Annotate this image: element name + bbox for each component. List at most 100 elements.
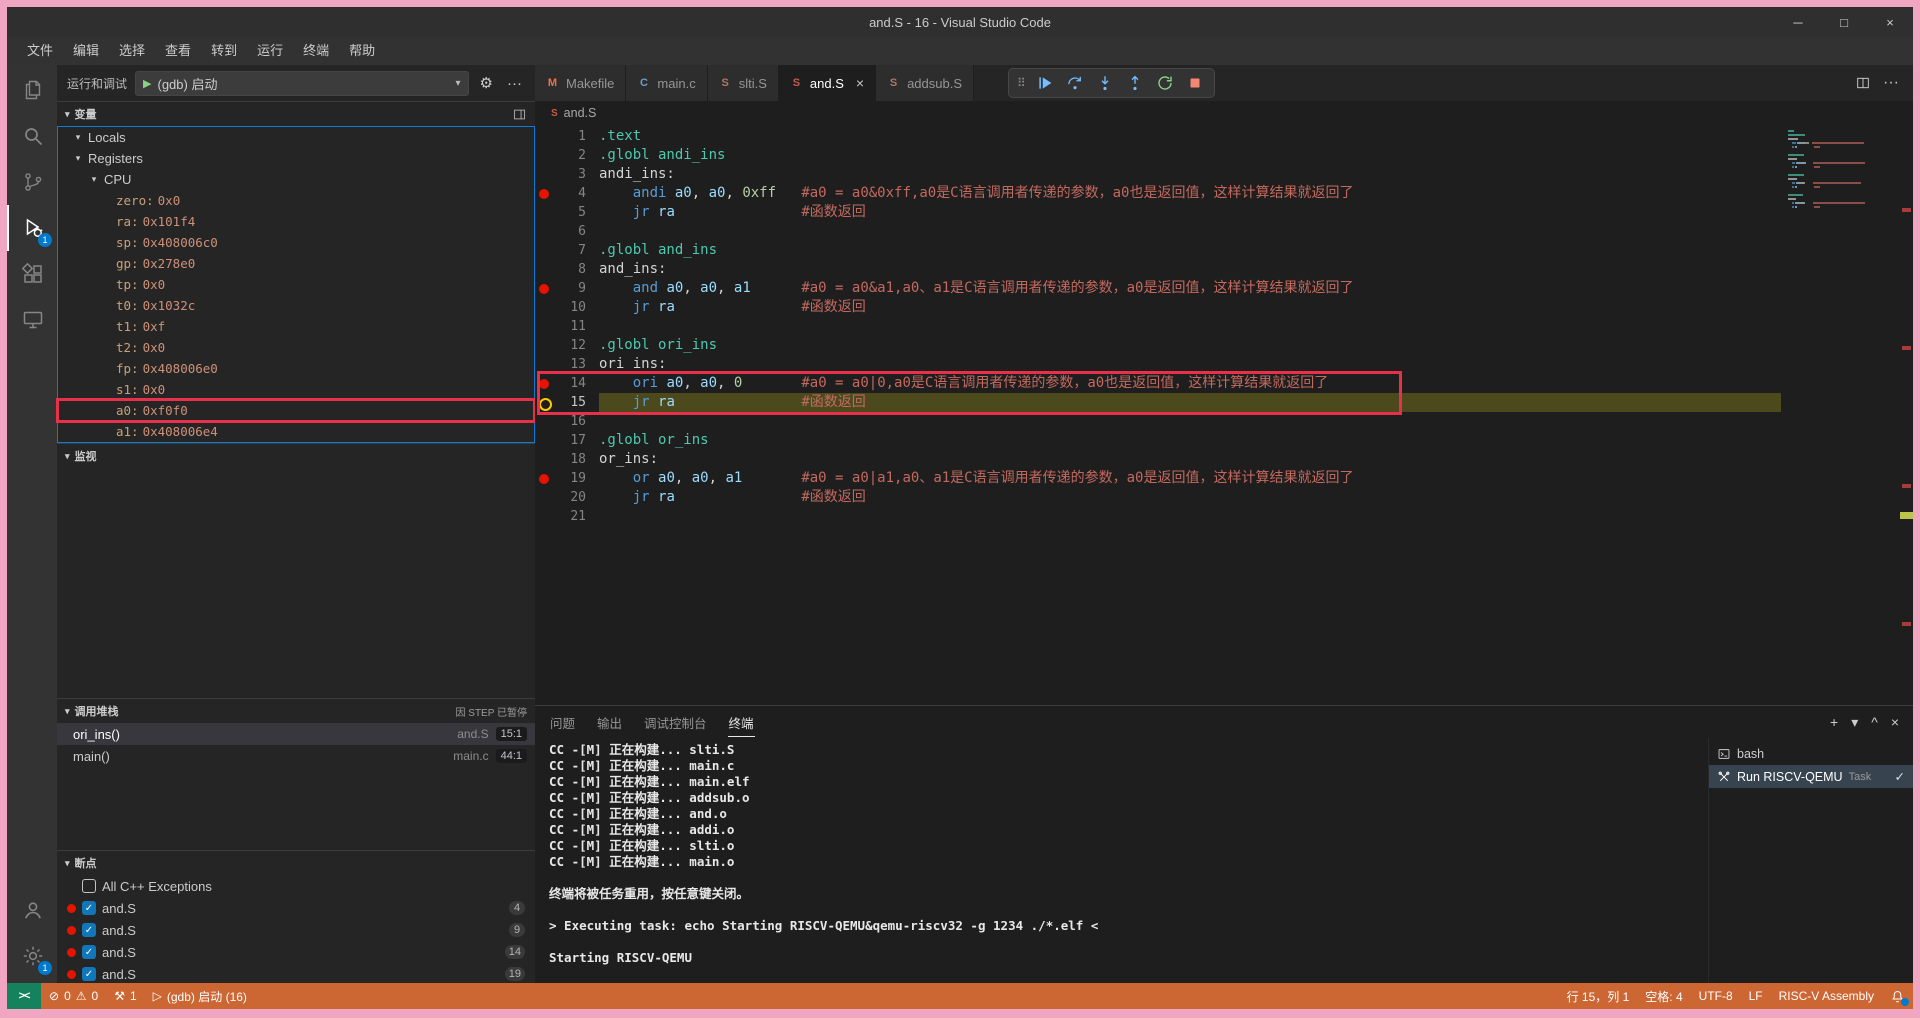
register-a1[interactable]: a1: 0x408006e4 bbox=[58, 421, 534, 442]
menu-item-运行[interactable]: 运行 bbox=[247, 40, 293, 62]
close-icon[interactable]: × bbox=[856, 75, 864, 91]
more-actions-icon[interactable]: ··· bbox=[504, 75, 525, 92]
activity-account[interactable] bbox=[7, 887, 57, 933]
checkbox-icon[interactable]: ✓ bbox=[82, 923, 96, 937]
chevron-down-icon[interactable]: ▾ bbox=[456, 78, 461, 89]
gutter-mark[interactable] bbox=[535, 165, 552, 184]
breakpoint-item[interactable]: ✓and.S4 bbox=[57, 897, 535, 919]
gutter-mark[interactable] bbox=[535, 127, 552, 146]
gutter-mark[interactable] bbox=[535, 488, 552, 507]
breakpoint-icon[interactable] bbox=[535, 279, 552, 298]
register-zero[interactable]: zero: 0x0 bbox=[58, 190, 534, 211]
menu-item-查看[interactable]: 查看 bbox=[155, 40, 201, 62]
terminal-item[interactable]: bash bbox=[1709, 742, 1913, 765]
step-out-button[interactable] bbox=[1121, 70, 1149, 96]
code-line[interactable]: 19 or a0, a0, a1 #a0 = a0|a1,a0、a1是C语言调用… bbox=[535, 469, 1781, 488]
code-line[interactable]: 21 bbox=[535, 507, 1781, 526]
code-line[interactable]: 3andi_ins: bbox=[535, 165, 1781, 184]
register-t0[interactable]: t0: 0x1032c bbox=[58, 295, 534, 316]
breakpoint-item[interactable]: ✓and.S19 bbox=[57, 963, 535, 985]
language-mode[interactable]: RISC-V Assembly bbox=[1771, 983, 1882, 1009]
gutter-mark[interactable] bbox=[535, 241, 552, 260]
activity-settings[interactable]: 1 bbox=[7, 933, 57, 979]
start-debug-icon[interactable]: ▶ bbox=[143, 77, 151, 90]
encoding-status[interactable]: UTF-8 bbox=[1691, 983, 1741, 1009]
checkbox-icon[interactable] bbox=[82, 879, 96, 893]
callstack-pane-header[interactable]: ▾ 调用堆栈 因 STEP 已暂停 bbox=[57, 699, 535, 723]
step-into-button[interactable] bbox=[1091, 70, 1119, 96]
gutter-mark[interactable] bbox=[535, 146, 552, 165]
notifications-bell[interactable] bbox=[1882, 983, 1913, 1009]
breakpoint-icon[interactable] bbox=[535, 469, 552, 488]
terminal-dropdown-icon[interactable]: ▾ bbox=[1851, 714, 1858, 731]
activity-explorer[interactable] bbox=[7, 67, 57, 113]
checkbox-icon[interactable]: ✓ bbox=[82, 967, 96, 981]
code-line[interactable]: 4 andi a0, a0, 0xff #a0 = a0&0xff,a0是C语言… bbox=[535, 184, 1781, 203]
menu-item-转到[interactable]: 转到 bbox=[201, 40, 247, 62]
code-line[interactable]: 11 bbox=[535, 317, 1781, 336]
code-line[interactable]: 2.globl andi_ins bbox=[535, 146, 1781, 165]
tree-item-registers[interactable]: ▾Registers bbox=[58, 148, 534, 169]
gutter-mark[interactable] bbox=[535, 355, 552, 374]
register-s1[interactable]: s1: 0x0 bbox=[58, 379, 534, 400]
register-sp[interactable]: sp: 0x408006c0 bbox=[58, 232, 534, 253]
gutter-mark[interactable] bbox=[535, 336, 552, 355]
gutter-mark[interactable] bbox=[535, 222, 552, 241]
minimize-button[interactable]: ─ bbox=[1775, 7, 1821, 37]
debug-session-status[interactable]: ▷(gdb) 启动 (16) bbox=[145, 983, 255, 1009]
register-gp[interactable]: gp: 0x278e0 bbox=[58, 253, 534, 274]
continue-button[interactable] bbox=[1031, 70, 1059, 96]
breadcrumb[interactable]: S and.S bbox=[535, 101, 1913, 125]
close-panel-icon[interactable]: × bbox=[1891, 714, 1899, 730]
activity-run-debug[interactable]: 1 bbox=[7, 205, 57, 251]
code-line[interactable]: 20 jr ra #函数返回 bbox=[535, 488, 1781, 507]
gutter-mark[interactable] bbox=[535, 431, 552, 450]
activity-source-control[interactable] bbox=[7, 159, 57, 205]
checkbox-icon[interactable]: ✓ bbox=[82, 901, 96, 915]
breakpoint-icon[interactable] bbox=[535, 184, 552, 203]
gutter-mark[interactable] bbox=[535, 203, 552, 222]
more-actions-icon[interactable]: ··· bbox=[1883, 74, 1899, 92]
breakpoint-icon[interactable] bbox=[535, 374, 552, 393]
code-line[interactable]: 12.globl ori_ins bbox=[535, 336, 1781, 355]
indentation-status[interactable]: 空格: 4 bbox=[1637, 983, 1690, 1009]
gutter-mark[interactable] bbox=[535, 450, 552, 469]
panel-tab-输出[interactable]: 输出 bbox=[596, 707, 623, 737]
breakpoint-item[interactable]: ✓and.S14 bbox=[57, 941, 535, 963]
split-editor-icon[interactable] bbox=[1855, 75, 1871, 91]
register-t2[interactable]: t2: 0x0 bbox=[58, 337, 534, 358]
register-a0[interactable]: a0: 0xf0f0 bbox=[58, 400, 534, 421]
running-tasks-status[interactable]: ⚒1 bbox=[106, 983, 144, 1009]
menu-item-帮助[interactable]: 帮助 bbox=[339, 40, 385, 62]
code-line[interactable]: 10 jr ra #函数返回 bbox=[535, 298, 1781, 317]
menu-item-终端[interactable]: 终端 bbox=[293, 40, 339, 62]
breakpoint-exceptions[interactable]: All C++ Exceptions bbox=[57, 875, 535, 897]
menu-item-编辑[interactable]: 编辑 bbox=[63, 40, 109, 62]
code-line[interactable]: 8and_ins: bbox=[535, 260, 1781, 279]
register-t1[interactable]: t1: 0xf bbox=[58, 316, 534, 337]
remote-indicator[interactable]: >< bbox=[7, 983, 41, 1009]
tab-main.c[interactable]: Cmain.c bbox=[626, 65, 707, 101]
watch-pane-header[interactable]: ▾ 监视 bbox=[57, 444, 535, 468]
activity-remote-explorer[interactable] bbox=[7, 297, 57, 343]
tab-addsub.S[interactable]: Saddsub.S bbox=[876, 65, 974, 101]
restart-button[interactable] bbox=[1151, 70, 1179, 96]
variables-pane-header[interactable]: ▾ 变量 bbox=[57, 102, 535, 126]
code-line[interactable]: 9 and a0, a0, a1 #a0 = a0&a1,a0、a1是C语言调用… bbox=[535, 279, 1781, 298]
stack-frame[interactable]: ori_ins()and.S15:1 bbox=[57, 723, 535, 745]
code-editor[interactable]: 1.text2.globl andi_ins3andi_ins:4 andi a… bbox=[535, 125, 1913, 705]
close-button[interactable]: × bbox=[1867, 7, 1913, 37]
terminal-item[interactable]: Run RISCV-QEMUTask✓ bbox=[1709, 765, 1913, 788]
gutter-mark[interactable] bbox=[535, 260, 552, 279]
stop-button[interactable] bbox=[1181, 70, 1209, 96]
register-fp[interactable]: fp: 0x408006e0 bbox=[58, 358, 534, 379]
maximize-panel-icon[interactable]: ^ bbox=[1871, 714, 1878, 730]
stack-frame[interactable]: main()main.c44:1 bbox=[57, 745, 535, 767]
problems-status[interactable]: ⊘0 ⚠0 bbox=[41, 983, 106, 1009]
new-terminal-icon[interactable]: + bbox=[1830, 714, 1838, 730]
maximize-button[interactable]: □ bbox=[1821, 7, 1867, 37]
register-tp[interactable]: tp: 0x0 bbox=[58, 274, 534, 295]
register-ra[interactable]: ra: 0x101f4 bbox=[58, 211, 534, 232]
checkbox-icon[interactable]: ✓ bbox=[82, 945, 96, 959]
breakpoint-item[interactable]: ✓and.S9 bbox=[57, 919, 535, 941]
